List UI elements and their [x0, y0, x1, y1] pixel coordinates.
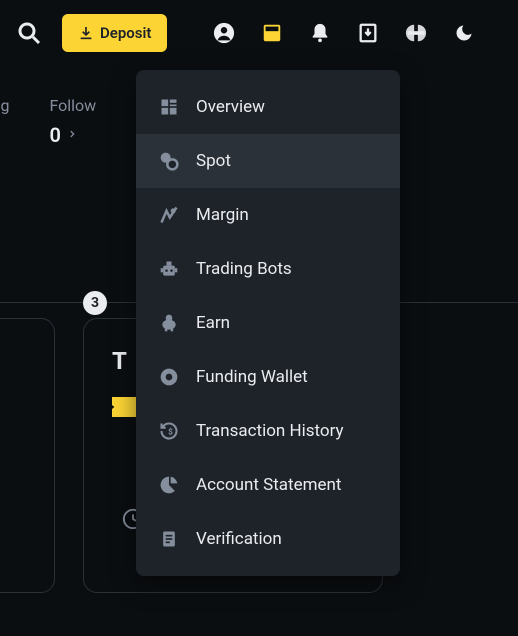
globe-icon[interactable]: [401, 18, 431, 48]
history-icon: $: [158, 420, 180, 442]
bell-icon[interactable]: [305, 18, 335, 48]
margin-icon: [158, 204, 180, 226]
follow-label: Follow: [49, 96, 96, 115]
moon-icon[interactable]: [449, 18, 479, 48]
bot-icon: [158, 258, 180, 280]
chevron-right-icon: [67, 128, 77, 142]
follow-block[interactable]: Follow 0: [49, 96, 96, 147]
funding-icon: [158, 366, 180, 388]
menu-item-margin[interactable]: Margin: [136, 188, 400, 242]
deposit-label: Deposit: [100, 24, 151, 42]
menu-label: Earn: [196, 313, 230, 333]
profile-icon[interactable]: [209, 18, 239, 48]
menu-label: Trading Bots: [196, 259, 292, 279]
step-badge: 3: [83, 291, 107, 315]
menu-item-transaction-history[interactable]: $ Transaction History: [136, 404, 400, 458]
menu-label: Spot: [196, 151, 231, 171]
menu-label: Verification: [196, 529, 282, 549]
menu-label: Margin: [196, 205, 249, 225]
menu-item-funding-wallet[interactable]: Funding Wallet: [136, 350, 400, 404]
menu-item-verification[interactable]: Verification: [136, 512, 400, 566]
deposit-button[interactable]: Deposit: [62, 14, 167, 52]
svg-text:$: $: [168, 426, 173, 437]
wallet-dropdown: Overview Spot Margin: [136, 70, 400, 576]
wallet-icon[interactable]: [257, 18, 287, 48]
menu-label: Account Statement: [196, 475, 341, 495]
truncated-label: ving: [0, 96, 9, 147]
document-icon: [158, 528, 180, 550]
follow-count: 0: [49, 123, 96, 147]
spot-icon: [158, 150, 180, 172]
pie-icon: [158, 474, 180, 496]
menu-item-spot[interactable]: Spot: [136, 134, 400, 188]
menu-item-account-statement[interactable]: Account Statement: [136, 458, 400, 512]
topbar: Deposit: [0, 0, 518, 66]
piggy-icon: [158, 312, 180, 334]
menu-label: Overview: [196, 97, 265, 117]
menu-item-trading-bots[interactable]: Trading Bots: [136, 242, 400, 296]
menu-item-overview[interactable]: Overview: [136, 80, 400, 134]
grid-icon: [158, 96, 180, 118]
download-icon: [78, 25, 94, 41]
menu-label: Funding Wallet: [196, 367, 308, 387]
search-icon[interactable]: [14, 18, 44, 48]
download-app-icon[interactable]: [353, 18, 383, 48]
menu-label: Transaction History: [196, 421, 344, 441]
menu-item-earn[interactable]: Earn: [136, 296, 400, 350]
card-previous[interactable]: [0, 318, 55, 593]
